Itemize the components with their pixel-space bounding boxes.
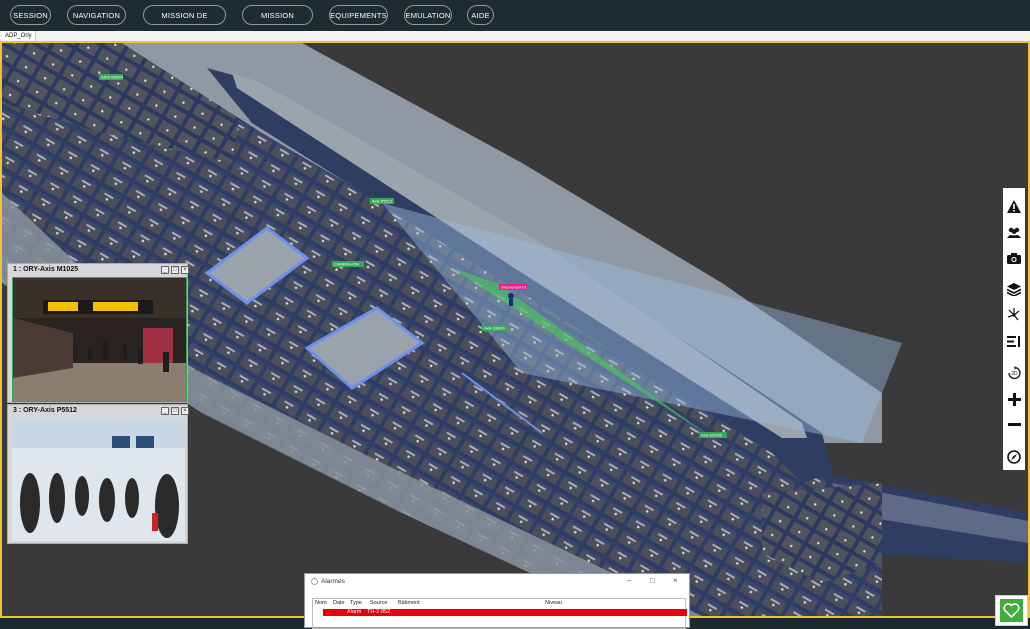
- health-status-button[interactable]: [995, 595, 1028, 626]
- warning-icon[interactable]: [1003, 194, 1025, 218]
- col-source[interactable]: Source: [370, 600, 387, 606]
- col-niveau[interactable]: Niveau: [545, 600, 562, 606]
- col-type[interactable]: Type: [350, 600, 362, 606]
- maximize-icon[interactable]: □: [171, 407, 179, 415]
- maximize-icon[interactable]: □: [650, 576, 655, 585]
- globe-icon: [311, 578, 318, 585]
- maximize-icon[interactable]: □: [171, 266, 179, 274]
- alarm-window[interactable]: Alarmes – □ × Nom Date Type Source Bâtim…: [304, 573, 690, 629]
- heart-icon: [1003, 603, 1020, 619]
- list-icon[interactable]: [1003, 329, 1025, 353]
- label-intervenant[interactable]: Intervenant 01: [499, 284, 527, 290]
- camera-feed-m1025: [12, 277, 187, 402]
- right-toolbar: 2D: [1003, 188, 1025, 470]
- rotate-2d-icon[interactable]: 2D: [1003, 361, 1025, 385]
- health-indicator: [1000, 599, 1023, 622]
- menu-aide[interactable]: AIDE: [467, 5, 494, 25]
- close-icon[interactable]: ×: [181, 407, 189, 415]
- camera-window-m1025[interactable]: 1 : ORY-Axis M1025 _ □ ×: [7, 263, 189, 403]
- label-axis-q6000[interactable]: Axis Q6000: [482, 325, 508, 331]
- svg-text:2D: 2D: [1011, 371, 1018, 377]
- camera-window-title: 1 : ORY-Axis M1025: [13, 266, 79, 273]
- menu-mission-tactique[interactable]: MISSION TACTIQUE: [242, 5, 313, 40]
- compass-icon[interactable]: [1003, 445, 1025, 469]
- layers-icon[interactable]: [1003, 277, 1025, 301]
- camera-feed-p5512: [12, 418, 185, 541]
- svg-text:CAMERA-054: CAMERA-054: [334, 262, 360, 267]
- svg-text:Axis Q6000: Axis Q6000: [484, 326, 505, 331]
- menu-mission-securite[interactable]: MISSION DE SÉCURITÉ: [143, 5, 226, 40]
- network-icon[interactable]: [1003, 303, 1025, 327]
- label-axis-p5512[interactable]: Axis P5512: [370, 198, 394, 204]
- close-icon[interactable]: ×: [181, 266, 189, 274]
- col-batiment[interactable]: Bâtiment: [398, 600, 420, 606]
- label-camera-054[interactable]: CAMERA-054: [332, 261, 364, 267]
- minimize-icon[interactable]: _: [161, 407, 169, 415]
- alarm-window-title: Alarmes: [321, 578, 345, 585]
- camera-window-title: 3 : ORY-Axis P5512: [13, 407, 77, 414]
- col-date[interactable]: Date: [333, 600, 345, 606]
- svg-text:Intervenant 01: Intervenant 01: [501, 285, 527, 290]
- camera-icon[interactable]: [1003, 246, 1025, 270]
- minimize-icon[interactable]: –: [627, 576, 631, 585]
- minimize-icon[interactable]: _: [161, 266, 169, 274]
- svg-text:Axis M1025: Axis M1025: [701, 433, 723, 438]
- svg-text:Axis P5512: Axis P5512: [372, 199, 393, 204]
- menu-emulation[interactable]: EMULATION: [404, 5, 452, 25]
- project-tab-strip: ADP_Orly: [0, 31, 1030, 41]
- zoom-out-icon[interactable]: [1003, 413, 1025, 437]
- menu-equipements[interactable]: EQUIPEMENTS: [329, 5, 388, 25]
- alarm-source: TH-2-852: [367, 609, 391, 615]
- label-axis-top-left[interactable]: AXIS M3024: [99, 74, 124, 80]
- table-row[interactable]: Alarm TH-2-852: [323, 609, 687, 616]
- alarm-table: Nom Date Type Source Bâtiment Niveau Ala…: [312, 598, 687, 629]
- col-nom[interactable]: Nom: [315, 600, 327, 606]
- group-icon[interactable]: [1003, 220, 1025, 244]
- close-icon[interactable]: ×: [673, 576, 678, 585]
- label-axis-m1025[interactable]: Axis M1025: [699, 432, 727, 438]
- alarm-type: Alarm: [347, 609, 362, 615]
- menu-navigation-3d[interactable]: NAVIGATION 3D: [67, 5, 126, 40]
- project-tab[interactable]: ADP_Orly: [2, 31, 36, 41]
- svg-text:AXIS M3024: AXIS M3024: [101, 75, 124, 80]
- camera-window-p5512[interactable]: 3 : ORY-Axis P5512 _ □ ×: [7, 404, 189, 544]
- zoom-in-icon[interactable]: [1003, 387, 1025, 411]
- menu-session[interactable]: SESSION: [10, 5, 51, 25]
- top-menu-bar: SESSION NAVIGATION 3D MISSION DE SÉCURIT…: [0, 0, 1030, 40]
